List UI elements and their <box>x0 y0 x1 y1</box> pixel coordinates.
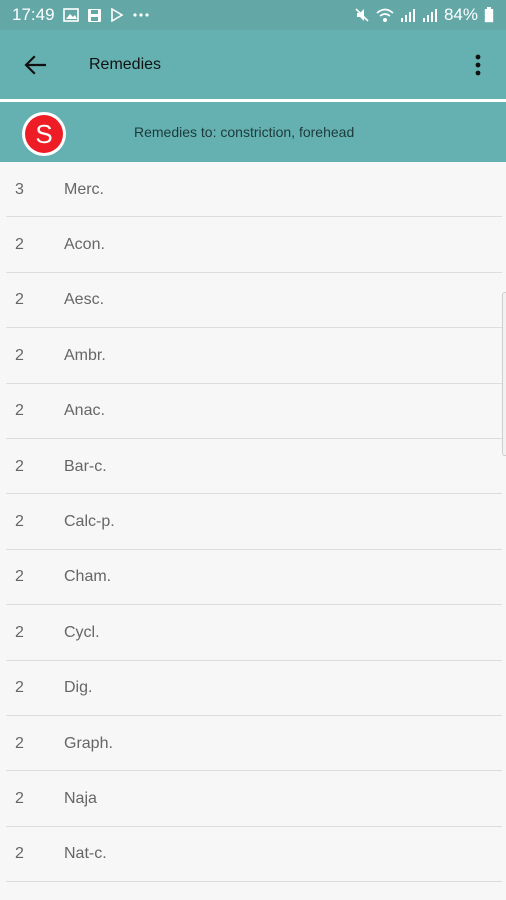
signal-icon <box>422 8 438 23</box>
back-button[interactable] <box>0 30 70 99</box>
remedy-name: Acon. <box>64 236 105 254</box>
remedy-name: Anac. <box>64 402 105 420</box>
status-bar: 17:49 84% <box>0 0 506 30</box>
list-item[interactable]: 2 Acon. <box>0 217 506 274</box>
list-item[interactable]: 2 Nat-c. <box>0 827 506 883</box>
source-badge-letter: S <box>25 115 63 153</box>
remedy-grade: 3 <box>15 180 24 198</box>
remedy-grade: 2 <box>15 568 24 586</box>
save-icon <box>87 8 102 23</box>
remedy-name: Merc. <box>64 180 104 198</box>
remedy-grade: 2 <box>15 346 24 364</box>
list-item[interactable]: 2 Anac. <box>0 384 506 440</box>
page-title: Remedies <box>89 55 162 73</box>
remedy-grade: 2 <box>15 291 24 309</box>
arrow-left-icon <box>24 54 46 75</box>
more-dots-icon <box>132 12 150 18</box>
remedy-grade: 2 <box>15 845 24 863</box>
list-item[interactable]: 2 Aesc. <box>0 273 506 329</box>
remedy-grade: 2 <box>15 679 24 697</box>
remedy-name: Aesc. <box>64 291 105 309</box>
remedy-grade: 2 <box>15 457 24 475</box>
remedy-name: Dig. <box>64 679 93 697</box>
image-icon <box>62 8 79 22</box>
sub-header: S Remedies to: constriction, forehead <box>0 102 506 162</box>
remedies-list[interactable]: 3 Merc. 2 Acon. 2 Aesc. 2 Ambr. 2 Anac. 2 Bar-… <box>0 162 506 900</box>
more-vert-icon <box>475 54 481 75</box>
remedies-subtitle: Remedies to: constriction, forehead <box>134 124 355 140</box>
remedy-name: Calc-p. <box>64 513 115 531</box>
source-badge[interactable]: S <box>22 112 66 156</box>
overflow-menu-button[interactable] <box>450 30 506 99</box>
signal-icon <box>400 8 416 23</box>
remedy-name: Naja <box>64 789 97 807</box>
remedy-name: Graph. <box>64 734 113 752</box>
remedy-name: Cham. <box>64 568 112 586</box>
status-right: 84% <box>354 5 494 25</box>
remedy-grade: 2 <box>15 402 24 420</box>
list-item[interactable]: 2 Cycl. <box>0 605 506 661</box>
status-left: 17:49 <box>12 5 150 25</box>
battery-icon <box>484 7 494 23</box>
battery-percent: 84% <box>443 5 478 24</box>
list-item[interactable]: 2 Ambr. <box>0 328 506 384</box>
remedy-name: Cycl. <box>64 623 100 641</box>
list-item[interactable]: 2 Cham. <box>0 550 506 606</box>
remedy-name: Nat-c. <box>64 845 107 863</box>
remedy-name: Bar-c. <box>64 457 107 475</box>
remedy-name: Ambr. <box>64 346 106 364</box>
remedy-grade: 2 <box>15 789 24 807</box>
remedy-grade: 2 <box>15 236 24 254</box>
list-item[interactable]: 3 Merc. <box>0 162 506 218</box>
wifi-icon <box>376 8 394 23</box>
app-bar: Remedies <box>0 30 506 99</box>
remedy-grade: 2 <box>15 513 24 531</box>
fast-scroll-handle[interactable] <box>502 292 506 456</box>
list-item[interactable]: 2 Dig. <box>0 661 506 717</box>
play-icon <box>110 8 124 22</box>
list-item[interactable]: 2 Graph. <box>0 716 506 772</box>
list-item[interactable]: 2 Bar-c. <box>0 439 506 495</box>
list-item[interactable]: 2 Naja <box>0 771 506 828</box>
remedy-grade: 2 <box>15 734 24 752</box>
status-time: 17:49 <box>12 5 55 24</box>
mute-icon <box>354 7 370 23</box>
list-item[interactable]: 2 Calc-p. <box>0 494 506 551</box>
remedy-grade: 2 <box>15 623 24 641</box>
